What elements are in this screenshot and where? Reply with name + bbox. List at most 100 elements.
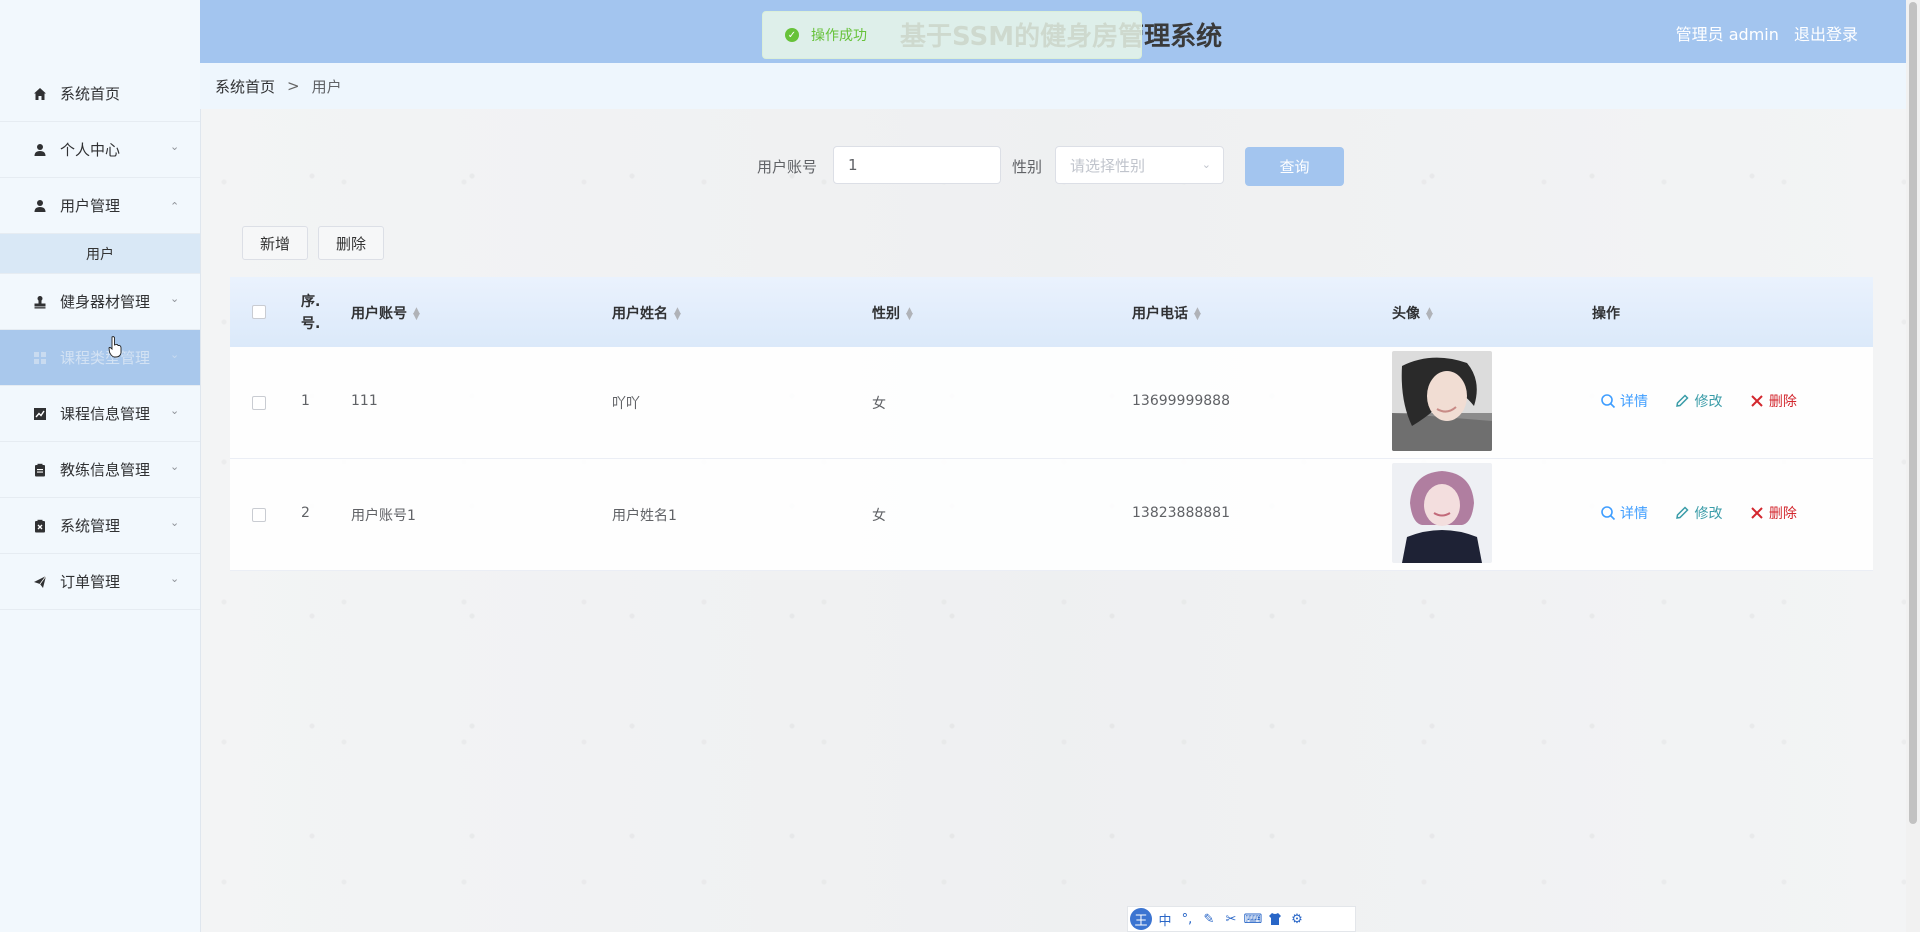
sort-icon[interactable]: ▲ ▼ [674, 307, 681, 322]
remove-button[interactable]: 删除 [1749, 391, 1797, 411]
sidebar-item-course-info[interactable]: 课程信息管理 ⌄ [0, 386, 200, 442]
chevron-up-icon: ⌃ [170, 200, 180, 213]
user-info: 管理员 admin 退出登录 [1666, 21, 1858, 45]
sidebar-item-course-type[interactable]: 课程类型管理 ⌄ [0, 330, 200, 386]
sidebar-item-home[interactable]: 系统首页 [0, 66, 200, 122]
delete-button[interactable]: 删除 [318, 226, 384, 260]
sidebar-item-profile[interactable]: 个人中心 ⌄ [0, 122, 200, 178]
ime-logo[interactable]: 王 [1130, 908, 1152, 930]
edit-label: 修改 [1694, 394, 1723, 410]
clipboard-icon [32, 462, 48, 478]
cell-account: 111 [351, 393, 378, 409]
ime-punctuation[interactable]: °, [1178, 912, 1196, 927]
chevron-down-icon: ⌄ [170, 404, 180, 417]
table-row: 2 用户账号1 用户姓名1 女 13823888881 详情 修改 删除 [230, 459, 1873, 571]
header-phone-label: 用户电话 [1132, 306, 1188, 322]
cell-index: 2 [301, 505, 310, 521]
account-input[interactable]: 1 [833, 146, 1001, 184]
sidebar-item-label: 健身器材管理 [60, 293, 151, 311]
home-icon [32, 86, 48, 102]
gear-icon[interactable]: ⚙ [1288, 912, 1306, 927]
add-button[interactable]: 新增 [242, 226, 308, 260]
breadcrumb-current: 用户 [311, 77, 342, 96]
cell-name: 吖吖 [612, 396, 640, 412]
scissors-icon[interactable]: ✂ [1222, 912, 1240, 927]
gender-select[interactable]: 请选择性别 ⌄ [1055, 146, 1224, 184]
grid-icon [32, 350, 48, 366]
header-name[interactable]: 用户姓名 ▲ ▼ [612, 303, 681, 323]
breadcrumb-separator: > [287, 77, 300, 95]
edit-icon [1676, 394, 1690, 407]
admin-label: 管理员 admin [1675, 25, 1779, 44]
user-table: 序. 号. 用户账号 ▲ ▼ 用户姓名 ▲ ▼ 性别 ▲ ▼ 用户电话 ▲ ▼ 头像 ▲ ▼ 操作 … [230, 277, 1873, 571]
chevron-down-icon: ⌄ [170, 516, 180, 529]
chevron-down-icon: ⌄ [170, 292, 180, 305]
breadcrumb: 系统首页 > 用户 [200, 63, 1906, 109]
shirt-icon[interactable] [1266, 912, 1284, 926]
chevron-down-icon: ⌄ [1201, 158, 1211, 171]
header-index-a: 序. [301, 294, 321, 310]
sort-icon[interactable]: ▲ ▼ [413, 307, 420, 322]
pen-icon[interactable]: ✎ [1200, 912, 1218, 927]
sidebar-item-coach-info[interactable]: 教练信息管理 ⌄ [0, 442, 200, 498]
header-account[interactable]: 用户账号 ▲ ▼ [351, 303, 420, 323]
account-input-value: 1 [848, 156, 858, 174]
header-index: 序. 号. [301, 291, 320, 335]
ime-mode[interactable]: 中 [1156, 910, 1174, 929]
sort-icon[interactable]: ▲ ▼ [1194, 307, 1201, 322]
sidebar-subitem-user[interactable]: 用户 [0, 234, 200, 274]
person-icon [32, 142, 48, 158]
header-phone[interactable]: 用户电话 ▲ ▼ [1132, 303, 1201, 323]
edit-label: 修改 [1694, 506, 1723, 522]
sidebar-item-orders[interactable]: 订单管理 ⌄ [0, 554, 200, 610]
clipboard-x-icon [32, 518, 48, 534]
sidebar-subitem-label: 用户 [86, 246, 114, 263]
header-gender[interactable]: 性别 ▲ ▼ [872, 303, 913, 323]
breadcrumb-home[interactable]: 系统首页 [215, 76, 275, 97]
cell-index: 1 [301, 393, 310, 409]
keyboard-icon[interactable]: ⌨ [1244, 912, 1263, 927]
chevron-down-icon: ⌄ [170, 348, 180, 361]
chart-icon [32, 406, 48, 422]
edit-button[interactable]: 修改 [1674, 503, 1722, 523]
query-button[interactable]: 查询 [1245, 147, 1344, 186]
header-ops: 操作 [1592, 306, 1620, 322]
ime-toolbar: 王 中 °, ✎ ✂ ⌨ ⚙ [1127, 906, 1356, 932]
hand-cursor-icon [108, 336, 122, 358]
header-account-label: 用户账号 [351, 306, 407, 322]
sidebar-item-user-management[interactable]: 用户管理 ⌃ [0, 178, 200, 234]
gender-label: 性别 [1012, 158, 1043, 176]
header-avatar-label: 头像 [1392, 306, 1420, 322]
row-checkbox[interactable] [252, 396, 266, 414]
account-label: 用户账号 [757, 158, 818, 176]
sidebar-item-label: 课程类型管理 [60, 349, 151, 367]
sidebar-item-label: 课程信息管理 [60, 405, 151, 423]
select-all-checkbox[interactable] [252, 305, 266, 323]
cell-gender: 女 [872, 396, 886, 412]
remove-label: 删除 [1768, 394, 1797, 410]
person-icon [32, 198, 48, 214]
chevron-down-icon: ⌄ [170, 140, 180, 153]
sidebar-item-system[interactable]: 系统管理 ⌄ [0, 498, 200, 554]
edit-icon [1676, 506, 1690, 519]
sort-icon[interactable]: ▲ ▼ [906, 307, 913, 322]
sidebar-item-label: 教练信息管理 [60, 461, 151, 479]
edit-button[interactable]: 修改 [1674, 391, 1722, 411]
sort-icon[interactable]: ▲ ▼ [1426, 307, 1433, 322]
toast-message: 操作成功 [811, 28, 867, 44]
cell-phone: 13823888881 [1132, 505, 1230, 521]
avatar[interactable] [1392, 463, 1492, 563]
table-row: 1 111 吖吖 女 13699999888 详情 修改 删除 [230, 347, 1873, 459]
scrollbar-thumb[interactable] [1909, 2, 1917, 824]
detail-button[interactable]: 详情 [1600, 391, 1648, 411]
row-checkbox[interactable] [252, 508, 266, 526]
logout-link[interactable]: 退出登录 [1794, 25, 1858, 44]
detail-button[interactable]: 详情 [1600, 503, 1648, 523]
page-scrollbar[interactable] [1906, 0, 1920, 932]
header-avatar[interactable]: 头像 ▲ ▼ [1392, 303, 1433, 323]
sidebar-item-equipment[interactable]: 健身器材管理 ⌄ [0, 274, 200, 330]
detail-label: 详情 [1620, 394, 1648, 410]
avatar[interactable] [1392, 351, 1492, 451]
close-icon [1751, 395, 1763, 407]
remove-button[interactable]: 删除 [1749, 503, 1797, 523]
